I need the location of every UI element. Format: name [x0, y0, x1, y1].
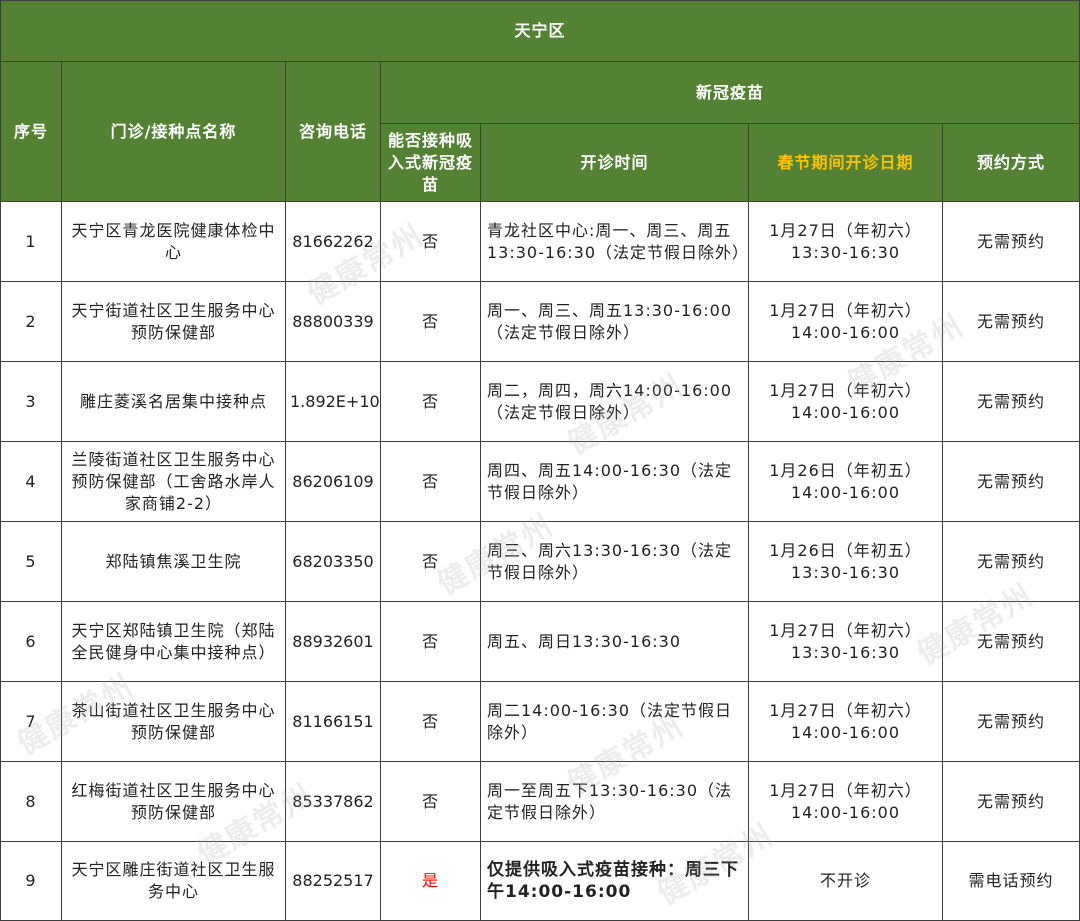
table-row: 1 天宁区青龙医院健康体检中心 81662262 否 青龙社区中心:周一、周三、…	[0, 201, 1080, 282]
opening-hours: 周五、周日13:30-16:30	[480, 601, 749, 682]
inhaled-availability: 否	[380, 281, 481, 362]
festival-date: 1月27日（年初六）14:00-16:00	[748, 361, 943, 442]
header-name: 门诊/接种点名称	[61, 61, 286, 202]
inhaled-availability: 否	[380, 521, 481, 602]
booking-method: 无需预约	[941, 441, 1080, 522]
booking-method: 无需预约	[941, 601, 1080, 682]
table-row: 9 天宁区雕庄街道社区卫生服务中心 88252517 是 仅提供吸入式疫苗接种：…	[0, 841, 1080, 921]
inhaled-availability: 否	[380, 201, 481, 282]
row-index: 1	[0, 201, 62, 282]
row-index: 9	[0, 841, 62, 921]
clinic-phone: 81166151	[285, 681, 381, 762]
row-index: 3	[0, 361, 62, 442]
table-row: 6 天宁区郑陆镇卫生院（郑陆全民健身中心集中接种点） 88932601 否 周五…	[0, 601, 1080, 682]
clinic-phone: 88800339	[285, 281, 381, 362]
booking-method: 无需预约	[941, 681, 1080, 762]
opening-hours: 周一至周五下13:30-16:30（法定节假日除外）	[480, 761, 749, 842]
festival-date: 1月27日（年初六）13:30-16:30	[748, 201, 943, 282]
header-index: 序号	[0, 61, 62, 202]
festival-date: 1月27日（年初六）13:30-16:30	[748, 601, 943, 682]
clinic-name: 茶山街道社区卫生服务中心预防保健部	[61, 681, 286, 762]
header-phone: 咨询电话	[285, 61, 381, 202]
clinic-phone: 86206109	[285, 441, 381, 522]
clinic-phone: 88932601	[285, 601, 381, 682]
row-index: 4	[0, 441, 62, 522]
clinic-phone: 81662262	[285, 201, 381, 282]
opening-hours: 周一、周三、周五13:30-16:00（法定节假日除外）	[480, 281, 749, 362]
festival-date: 1月27日（年初六）14:00-16:00	[748, 761, 943, 842]
clinic-name: 天宁区郑陆镇卫生院（郑陆全民健身中心集中接种点）	[61, 601, 286, 682]
clinic-name: 天宁街道社区卫生服务中心预防保健部	[61, 281, 286, 362]
header-festival: 春节期间开诊日期	[748, 123, 943, 202]
booking-method: 无需预约	[941, 201, 1080, 282]
vaccination-schedule: 天宁区 序号 门诊/接种点名称 咨询电话 新冠疫苗 能否接种吸入式新冠疫苗 开诊…	[0, 0, 1080, 921]
clinic-name: 兰陵街道社区卫生服务中心预防保健部（工舍路水岸人家商铺2-2）	[61, 441, 286, 522]
header-booking: 预约方式	[941, 123, 1080, 202]
district-title: 天宁区	[0, 0, 1080, 62]
opening-hours: 仅提供吸入式疫苗接种：周三下午14:00-16:00	[480, 841, 749, 921]
festival-date: 1月26日（年初五）13:30-16:30	[748, 521, 943, 602]
inhaled-availability: 否	[380, 761, 481, 842]
header-vaccine-group: 新冠疫苗	[379, 61, 1080, 124]
table-row: 3 雕庄菱溪名居集中接种点 1.892E+10 否 周二，周四，周六14:00-…	[0, 361, 1080, 442]
table-row: 5 郑陆镇焦溪卫生院 68203350 否 周三、周六13:30-16:30（法…	[0, 521, 1080, 602]
opening-hours: 周三、周六13:30-16:30（法定节假日除外）	[480, 521, 749, 602]
row-index: 6	[0, 601, 62, 682]
opening-hours: 周二14:00-16:30（法定节假日除外）	[480, 681, 749, 762]
header-inhaled: 能否接种吸入式新冠疫苗	[380, 123, 481, 202]
clinic-name: 红梅街道社区卫生服务中心预防保健部	[61, 761, 286, 842]
booking-method: 无需预约	[941, 761, 1080, 842]
opening-hours: 青龙社区中心:周一、周三、周五13:30-16:30（法定节假日除外）	[480, 201, 749, 282]
booking-method: 需电话预约	[941, 841, 1080, 921]
row-index: 2	[0, 281, 62, 362]
clinic-name: 天宁区青龙医院健康体检中心	[61, 201, 286, 282]
festival-date: 不开诊	[748, 841, 943, 921]
row-index: 8	[0, 761, 62, 842]
inhaled-availability: 否	[380, 361, 481, 442]
booking-method: 无需预约	[941, 521, 1080, 602]
clinic-name: 雕庄菱溪名居集中接种点	[61, 361, 286, 442]
opening-hours: 周四、周五14:00-16:30（法定节假日除外）	[480, 441, 749, 522]
clinic-name: 天宁区雕庄街道社区卫生服务中心	[61, 841, 286, 921]
schedule-table: 天宁区 序号 门诊/接种点名称 咨询电话 新冠疫苗 能否接种吸入式新冠疫苗 开诊…	[0, 0, 1080, 921]
clinic-phone: 1.892E+10	[285, 361, 381, 442]
festival-date: 1月27日（年初六）14:00-16:00	[748, 681, 943, 762]
festival-date: 1月26日（年初五）14:00-16:00	[748, 441, 943, 522]
clinic-phone: 68203350	[285, 521, 381, 602]
row-index: 5	[0, 521, 62, 602]
festival-date: 1月27日（年初六）14:00-16:00	[748, 281, 943, 362]
inhaled-availability: 否	[380, 681, 481, 762]
table-row: 4 兰陵街道社区卫生服务中心预防保健部（工舍路水岸人家商铺2-2） 862061…	[0, 441, 1080, 522]
inhaled-availability: 否	[380, 441, 481, 522]
table-row: 2 天宁街道社区卫生服务中心预防保健部 88800339 否 周一、周三、周五1…	[0, 281, 1080, 362]
clinic-phone: 85337862	[285, 761, 381, 842]
inhaled-availability: 否	[380, 601, 481, 682]
row-index: 7	[0, 681, 62, 762]
header-hours: 开诊时间	[480, 123, 749, 202]
clinic-phone: 88252517	[285, 841, 381, 921]
clinic-name: 郑陆镇焦溪卫生院	[61, 521, 286, 602]
table-row: 7 茶山街道社区卫生服务中心预防保健部 81166151 否 周二14:00-1…	[0, 681, 1080, 762]
inhaled-availability: 是	[380, 841, 481, 921]
opening-hours: 周二，周四，周六14:00-16:00（法定节假日除外）	[480, 361, 749, 442]
booking-method: 无需预约	[941, 361, 1080, 442]
table-row: 8 红梅街道社区卫生服务中心预防保健部 85337862 否 周一至周五下13:…	[0, 761, 1080, 842]
booking-method: 无需预约	[941, 281, 1080, 362]
